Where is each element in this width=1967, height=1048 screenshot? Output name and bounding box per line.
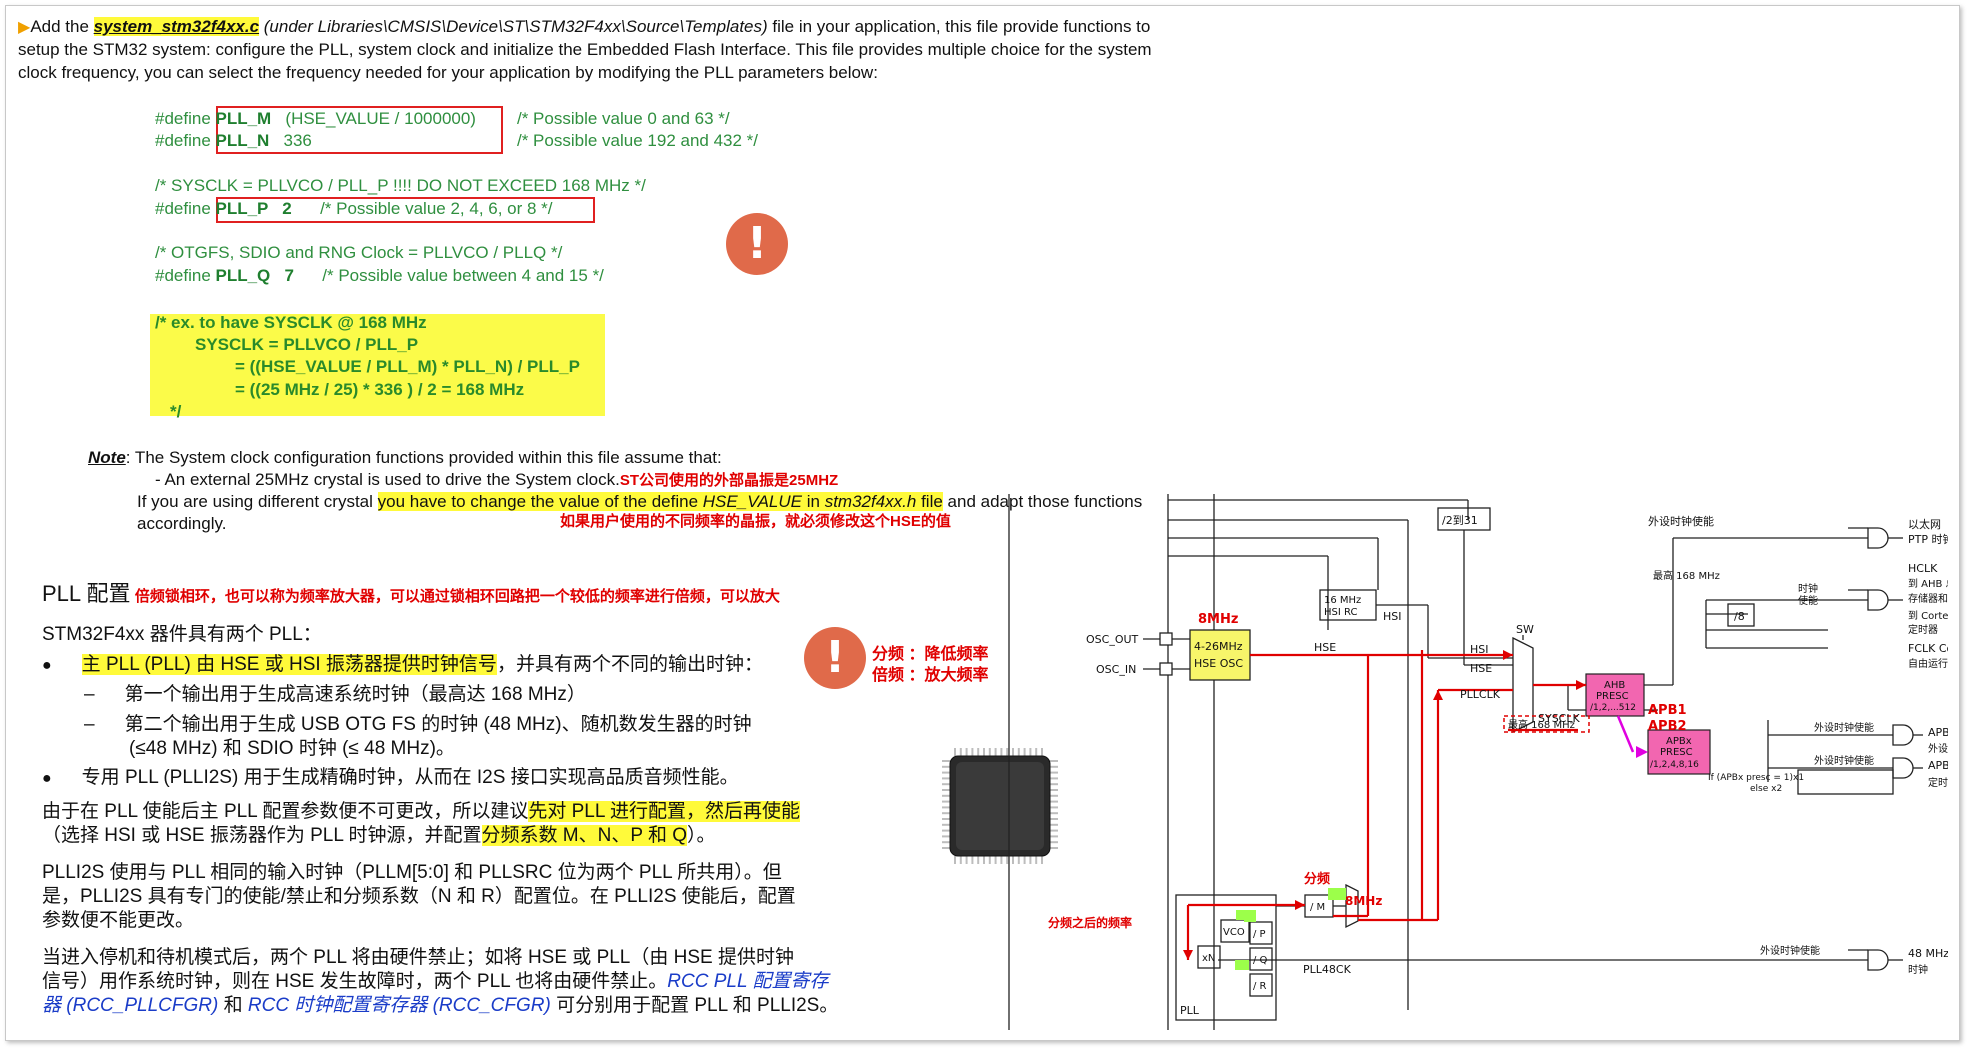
intro-line-1: ▶Add the system_stm32f4xx.c (under Libra… [18,17,1151,36]
cortex-label-1: 到 Cortex 系统 [1908,609,1948,622]
after-div-label: 分频之后的频率 [1048,915,1132,930]
code-pllm-comment: /* Possible value 0 and 63 */ [517,109,730,128]
dash-1: – 第一个输出用于生成高速系统时钟（最高达 168 MHz） [84,684,586,705]
apbx-label-2: PRESC [1660,747,1693,758]
bullet-2: ● 专用 PLL (PLLI2S) 用于生成精确时钟，从而在 I2S 接口实现高品… [42,767,739,788]
pll-section-title: PLL 配置 倍频锁相环，也可以称为频率放大器，可以通过锁相环回路把一个较低的频… [42,581,780,606]
eth-label-2: PTP 时钟 [1908,532,1948,546]
clock-tree-diagram: /2到31 16 MHz HSI RC HSI HSI HSE PLLCLK S… [1008,494,1948,1030]
apbx-out-1: APBx [1928,726,1948,739]
apbx-label-3: /1,2,4,8,16 [1650,760,1699,770]
example-line-1: /* ex. to have SYSCLK @ 168 MHz [155,313,427,332]
pll-intro: STM32F4xx 器件具有两个 PLL： [42,624,322,645]
note-line-1: Note: The System clock configuration fun… [88,448,722,467]
div-q-label: / Q [1253,955,1268,966]
hsi-in-label: HSI [1470,643,1489,656]
note-cn-hint: 如果用户使用的不同频率的晶振，就必须修改这个HSE的值 [560,513,951,530]
side-note-2: 倍频 ：放大频率 [872,667,989,684]
note-line-2: - An external 25MHz crystal is used to d… [155,470,839,489]
example-line-4: = ((25 MHz / 25) * 336 ) / 2 = 168 MHz [235,380,525,399]
rcc-pllcfgr-link[interactable]: RCC PLL 配置寄存 [667,971,828,992]
ahb-label-3: /1,2,...512 [1590,703,1636,713]
hsi-rc-label-1: 16 MHz [1324,595,1361,606]
apbx-out-2: 外设时钟 [1928,742,1948,755]
eth-label-1: 以太网 [1908,518,1941,531]
mhz8-label-a: 8MHz [1198,612,1238,627]
xn-label: xN [1202,953,1215,964]
div8-label: /8 [1734,610,1745,623]
para-3-line-3: 参数便不能更改。 [42,910,195,931]
intro-line-3: clock frequency, you can select the freq… [18,63,878,82]
hse-line-label: HSE [1314,641,1336,654]
hse-osc-label-1: 4-26MHz [1194,640,1243,653]
intro-filename: system_stm32f4xx.c [93,17,260,36]
fenpin-label: 分频 [1304,871,1330,887]
hsi-label: HSI [1383,610,1402,623]
hse-in-label: HSE [1470,662,1492,675]
max168-top-label: 最高 168 MHz [1653,569,1720,582]
fclk-label-2: 自由运行时钟 [1908,657,1948,670]
div-r-label: / R [1253,981,1267,992]
note-line-4: accordingly. [137,514,227,533]
hse-osc-label-2: HSE OSC [1194,657,1243,670]
mhz8-label-b: 8MHz [1345,894,1382,908]
mhz48-label-2: 时钟 [1908,963,1928,976]
rcc-pllcfgr-link-cont[interactable]: 器 (RCC_PLLCFGR) [42,995,218,1016]
code-plln: #define PLL_N 336 [155,131,312,150]
sw-label: SW [1516,623,1534,636]
warning-icon-2: ! [804,627,866,689]
periph-en-label-4: 外设时钟使能 [1760,944,1820,957]
para-2-line-2: （选择 HSI 或 HSE 振荡器作为 PLL 时钟源，并配置分频系数 M、N、… [42,825,716,846]
orange-arrow-icon: ▶ [18,19,31,36]
div-m-label: / M [1310,902,1325,913]
hclk-label-1: HCLK [1908,562,1938,575]
example-line-2: SYSCLK = PLLVCO / PLL_P [195,335,419,354]
code-otg-comment: /* OTGFS, SDIO and RNG Clock = PLLVCO / … [155,243,563,262]
max168-label: 最高 168 MHz [1508,718,1575,731]
example-line-5: */ [170,402,182,421]
apb-if-2: else x2 [1750,784,1782,794]
periph-en-label-3: 外设时钟使能 [1814,754,1874,767]
div-p-label: / P [1253,929,1266,940]
pll48ck-label: PLL48CK [1303,963,1352,976]
code-sysclk-comment: /* SYSCLK = PLLVCO / PLL_P !!!! DO NOT E… [155,176,646,195]
hclk-label-3: 存储器和 DMA [1908,592,1948,605]
clk-en-1: 时钟 [1798,582,1818,595]
fclk-label-1: FCLK Cortex [1908,642,1948,655]
periph-en-label-2: 外设时钟使能 [1814,721,1874,734]
div2to31-label: /2到31 [1442,514,1478,527]
code-plln-comment: /* Possible value 192 and 432 */ [517,131,759,150]
hsi-rc-label-2: HSI RC [1324,607,1357,618]
apbx-tim-1: APBx [1928,759,1948,772]
vco-label: VCO [1223,927,1245,938]
pll-label: PLL [1180,1004,1200,1017]
warning-icon: ! [726,213,788,275]
ahb-label-1: AHB [1604,680,1625,691]
pllclk-label: PLLCLK [1460,688,1501,701]
para-4-line-3: 器 (RCC_PLLCFGR) 和 RCC 时钟配置寄存器 (RCC_CFGR)… [42,995,839,1016]
intro-line-2: setup the STM32 system: configure the PL… [18,40,1152,59]
dash-2-cont: (≤48 MHz) 和 SDIO 时钟 (≤ 48 MHz)。 [129,738,455,759]
apb-if-1: If (APBx presc = 1)x1 [1708,773,1804,783]
apbx-tim-2: 定时器时钟 [1928,776,1948,789]
periph-en-label-1: 外设时钟使能 [1648,514,1714,528]
apb1-label: APB1 [1648,703,1687,718]
clk-en-2: 使能 [1798,594,1818,607]
apb2-label: APB2 [1648,719,1687,734]
example-line-3: = ((HSE_VALUE / PLL_M) * PLL_N) / PLL_P [235,357,580,376]
code-pllq: #define PLL_Q 7 /* Possible value betwee… [155,266,604,285]
osc-in-label: OSC_IN [1096,663,1136,676]
mhz48-label-1: 48 MHz [1908,947,1948,960]
rcc-cfgr-link[interactable]: RCC 时钟配置寄存器 (RCC_CFGR) [248,995,551,1016]
code-pllp: #define PLL_P 2 /* Possible value 2, 4, … [155,199,553,218]
code-pllm: #define PLL_M (HSE_VALUE / 1000000) [155,109,476,128]
osc-out-label: OSC_OUT [1086,633,1139,646]
cortex-label-2: 定时器 [1908,623,1938,636]
bullet-1: ● 主 PLL (PLL) 由 HSE 或 HSI 振荡器提供时钟信号，并具有两个… [42,654,763,675]
hclk-label-2: 到 AHB 总线、内核、 [1908,577,1948,590]
ahb-label-2: PRESC [1596,691,1629,702]
apbx-label-1: APBx [1666,736,1692,747]
